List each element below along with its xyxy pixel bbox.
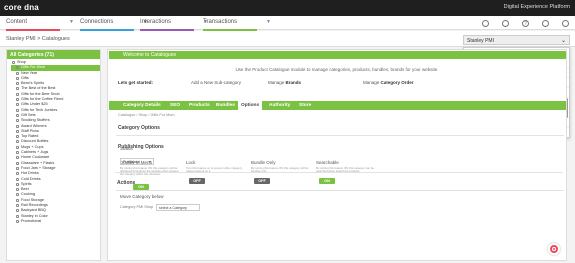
home-icon[interactable]: [482, 20, 489, 27]
folder-icon: [16, 92, 19, 96]
folder-icon: [16, 198, 19, 202]
tab-options[interactable]: Options: [238, 101, 263, 110]
searchable-toggle[interactable]: ON: [319, 178, 335, 184]
category-tree: Shop Gifts For Mom New Year Gifts Bean's Spi…: [7, 59, 100, 224]
divider: [116, 190, 564, 191]
folder-icon: [16, 209, 19, 213]
chevron-down-icon: ⌄: [560, 38, 566, 44]
manage-brands-link[interactable]: Manage Brands: [268, 80, 301, 85]
category-tabs: Category Details SEO Products Bundles Op…: [109, 101, 566, 110]
folder-icon: [16, 119, 19, 123]
main-nav: Content ▼ Connections ▼ Interactions ▼ Tran…: [0, 16, 575, 31]
folder-icon: [16, 214, 19, 218]
divider: [116, 135, 564, 136]
folder-icon: [16, 145, 19, 149]
add-subcategory-link[interactable]: Add a New Sub-category: [191, 80, 241, 85]
folder-icon: [16, 135, 19, 139]
help-widget-icon[interactable]: [548, 243, 560, 255]
folder-icon: [16, 151, 19, 155]
manage-category-order-link[interactable]: Manage Category Order: [363, 80, 414, 85]
get-started-label: Lets get started:: [118, 80, 154, 85]
folder-icon: [16, 140, 19, 144]
folder-icon: [16, 66, 19, 70]
nav-interactions[interactable]: Interactions ▼: [140, 19, 208, 31]
welcome-banner: Welcome to Catalogues: [109, 51, 566, 59]
folder-icon: [16, 204, 19, 208]
folder-icon: [16, 103, 19, 107]
user-icon[interactable]: [562, 20, 569, 27]
platform-title: Digital Experience Platform: [503, 4, 570, 10]
folder-icon: [16, 182, 19, 186]
top-bar: core dna Digital Experience Platform: [0, 0, 575, 16]
chevron-down-icon: ▼: [69, 19, 74, 25]
folder-icon: [16, 156, 19, 160]
help-icon[interactable]: ?: [522, 20, 529, 27]
chevron-down-icon: ▾: [148, 159, 151, 164]
category-options-heading: Category Options: [118, 125, 160, 131]
folder-icon: [16, 108, 19, 112]
chevron-down-icon: ▼: [266, 19, 271, 25]
lock-toggle[interactable]: OFF: [189, 178, 205, 184]
nav-connections[interactable]: Connections ▼: [80, 19, 148, 31]
nav-icons: ?: [482, 20, 569, 27]
tab-category-details[interactable]: Category Details: [123, 103, 161, 108]
folder-icon: [16, 76, 19, 80]
tab-store[interactable]: Store: [299, 103, 311, 108]
move-category-select[interactable]: select a Category: [156, 204, 200, 211]
tab-bundles[interactable]: Bundles: [216, 103, 235, 108]
sidebar-header[interactable]: All Categories (71): [7, 50, 100, 59]
divider: [115, 172, 563, 173]
logo[interactable]: core dna: [4, 3, 39, 12]
nav-transactions[interactable]: Transactions ▼: [203, 19, 271, 31]
move-category-current: Category PMI Shop: [120, 205, 154, 209]
folder-icon: [16, 71, 19, 75]
folder-icon: [16, 82, 19, 86]
bundle-only-toggle[interactable]: OFF: [254, 178, 270, 184]
folder-icon: [16, 166, 19, 170]
sub-breadcrumb: Catalogue / Shop / Gifts For Mom: [118, 113, 175, 117]
category-sidebar: All Categories (71) Shop Gifts For Mom New…: [6, 49, 101, 261]
folder-icon: [16, 219, 19, 223]
bell-icon[interactable]: [542, 20, 549, 27]
folder-icon: [16, 177, 19, 181]
tab-products[interactable]: Products: [189, 103, 210, 108]
tree-item[interactable]: Promotional: [11, 219, 100, 224]
folder-icon: [16, 193, 19, 197]
folder-icon: [16, 172, 19, 176]
intro-text: Use the Product Catalogue module to mana…: [235, 67, 439, 72]
status-label: Status: [120, 146, 133, 151]
folder-icon: [16, 87, 19, 91]
folder-icon: [16, 161, 19, 165]
gear-icon[interactable]: [502, 20, 509, 27]
folder-icon: [12, 61, 15, 64]
site-select[interactable]: Stanley PMI ⌄: [463, 35, 570, 45]
folder-icon: [16, 129, 19, 133]
folder-icon: [16, 188, 19, 192]
folder-icon: [16, 113, 19, 117]
status-select[interactable]: Published ▾: [120, 158, 154, 165]
folder-icon: [16, 124, 19, 128]
tab-seo[interactable]: SEO: [170, 103, 180, 108]
tab-authority[interactable]: Authority: [269, 103, 290, 108]
folder-icon: [16, 98, 19, 102]
actions-heading: Actions: [117, 180, 136, 186]
move-category-label: Move Category below: [120, 194, 164, 199]
breadcrumb: Stanley PMI > Catalogues: [6, 36, 70, 42]
nav-content[interactable]: Content ▼: [6, 19, 74, 31]
main-panel: Welcome to Catalogues Use the Product Ca…: [107, 49, 567, 261]
